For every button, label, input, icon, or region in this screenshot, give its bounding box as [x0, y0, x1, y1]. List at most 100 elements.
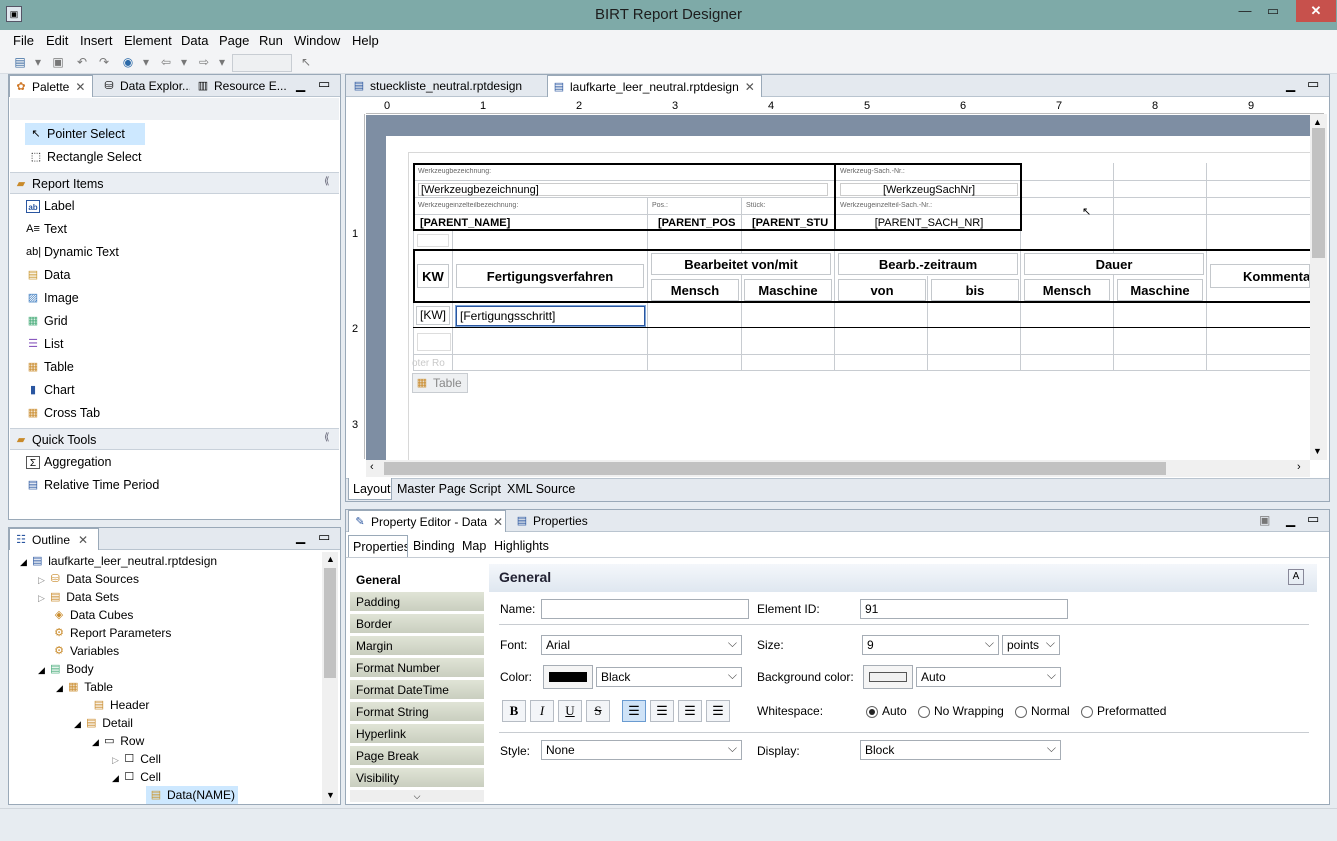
- menu-edit[interactable]: Edit: [46, 33, 68, 48]
- data-fertigungsschritt[interactable]: [Fertigungsschritt]: [456, 306, 645, 326]
- minimize-view-icon[interactable]: ▁: [296, 78, 305, 92]
- zoom-combo[interactable]: [232, 54, 292, 72]
- dropdown-icon[interactable]: ▾: [214, 54, 230, 70]
- display-select[interactable]: Block: [860, 740, 1061, 760]
- undo-icon[interactable]: ↶: [74, 54, 90, 70]
- tab-script[interactable]: Script: [465, 478, 503, 500]
- dropdown-icon[interactable]: ▾: [30, 54, 46, 70]
- close-tab-icon[interactable]: ✕: [745, 80, 755, 94]
- palette-image[interactable]: ▨ Image: [26, 287, 79, 309]
- tab-property-editor[interactable]: ✎ Property Editor - Data ✕: [348, 510, 506, 532]
- strikethrough-button[interactable]: S: [586, 700, 610, 722]
- tree-detail[interactable]: ◢ ▤ Detail: [74, 714, 133, 732]
- minimize-view-icon[interactable]: ▁: [1286, 78, 1295, 92]
- quick-aggregation[interactable]: Σ Aggregation: [26, 451, 111, 473]
- maximize-view-icon[interactable]: ▭: [1307, 76, 1319, 92]
- align-justify-button[interactable]: ☰: [706, 700, 730, 722]
- quick-relative-time[interactable]: ▤ Relative Time Period: [26, 474, 160, 496]
- data-parent-name[interactable]: [PARENT_NAME]: [418, 216, 644, 229]
- header-von[interactable]: von: [838, 279, 926, 301]
- tree-data-sources[interactable]: ▷ ⛁ Data Sources: [38, 570, 139, 588]
- table-badge[interactable]: ▦ Table: [412, 373, 468, 393]
- header-kommentar[interactable]: Kommenta: [1210, 264, 1310, 288]
- tab-master-page[interactable]: Master Page: [393, 478, 465, 500]
- menu-run[interactable]: Run: [259, 33, 283, 48]
- quick-tools-header[interactable]: ▰ Quick Tools: [10, 428, 339, 450]
- data-kw[interactable]: [KW]: [416, 306, 450, 325]
- scroll-down-icon[interactable]: ▼: [1313, 446, 1322, 456]
- style-select[interactable]: None: [541, 740, 742, 760]
- forward-icon[interactable]: ⇨: [196, 54, 212, 70]
- menu-help[interactable]: Help: [352, 33, 379, 48]
- tree-data-name[interactable]: ▤ Data(NAME): [146, 786, 239, 804]
- category-format-datetime[interactable]: Format DateTime: [350, 680, 484, 700]
- tab-resource-explorer[interactable]: ▥ Resource E...: [192, 75, 286, 97]
- report-items-header[interactable]: ▰ Report Items: [10, 172, 339, 194]
- palette-chart[interactable]: ▮ Chart: [26, 379, 75, 401]
- align-left-button[interactable]: ☰: [622, 700, 646, 722]
- empty-cell[interactable]: [417, 234, 449, 247]
- scroll-up-icon[interactable]: ▲: [1313, 117, 1322, 127]
- tab-properties[interactable]: ▤ Properties: [511, 510, 591, 532]
- font-select[interactable]: Arial: [541, 635, 742, 655]
- palette-list[interactable]: ☰ List: [26, 333, 63, 355]
- tree-table[interactable]: ◢ ▦ Table: [56, 678, 113, 696]
- tree-data-sets[interactable]: ▷ ▤ Data Sets: [38, 588, 119, 606]
- data-werkzeug-sach-nr[interactable]: [WerkzeugSachNr]: [840, 183, 1018, 196]
- header-kw[interactable]: KW: [417, 264, 449, 288]
- tab-data-explorer[interactable]: ⛁ Data Explor...: [98, 75, 190, 97]
- rectangle-select[interactable]: ⬚ Rectangle Select: [25, 146, 142, 168]
- close-tab-icon[interactable]: ✕: [78, 533, 88, 547]
- label-werkzeugbezeichnung[interactable]: Werkzeugbezeichnung:: [418, 168, 828, 175]
- data-parent-sach-nr[interactable]: [PARENT_SACH_NR]: [840, 216, 1018, 229]
- pointer-icon[interactable]: ↖: [298, 54, 314, 70]
- maximize-view-icon[interactable]: ▭: [318, 76, 330, 92]
- tree-row[interactable]: ◢ ▭ Row: [92, 732, 144, 750]
- tree-cell[interactable]: ▷ ☐ Cell: [112, 750, 161, 768]
- category-visibility[interactable]: Visibility: [350, 768, 484, 788]
- header-fertigungsverfahren[interactable]: Fertigungsverfahren: [456, 264, 644, 288]
- category-format-number[interactable]: Format Number: [350, 658, 484, 678]
- menu-insert[interactable]: Insert: [80, 33, 113, 48]
- dropdown-icon[interactable]: ▾: [138, 54, 154, 70]
- menu-data[interactable]: Data: [181, 33, 208, 48]
- label-pos[interactable]: Pos.:: [652, 202, 738, 209]
- menu-page[interactable]: Page: [219, 33, 249, 48]
- header-mensch-dauer[interactable]: Mensch: [1024, 279, 1110, 301]
- scroll-thumb[interactable]: [1312, 128, 1325, 258]
- header-bearbeitet[interactable]: Bearbeitet von/mit: [651, 253, 831, 275]
- header-bis[interactable]: bis: [931, 279, 1019, 301]
- bg-swatch-button[interactable]: [863, 665, 913, 689]
- color-swatch-button[interactable]: [543, 665, 593, 689]
- label-stueck[interactable]: Stück:: [746, 202, 832, 209]
- tab-outline[interactable]: ☷ Outline ✕: [9, 528, 99, 550]
- header-mensch[interactable]: Mensch: [651, 279, 739, 301]
- menu-file[interactable]: File: [13, 33, 34, 48]
- category-border[interactable]: Border: [350, 614, 484, 634]
- category-scroll-down-icon[interactable]: ⌵: [350, 790, 484, 802]
- size-select[interactable]: 9: [862, 635, 999, 655]
- tree-body[interactable]: ◢ ▤ Body: [38, 660, 94, 678]
- tab-layout[interactable]: Layout: [348, 478, 392, 500]
- minimize-view-icon[interactable]: ▁: [296, 530, 305, 544]
- scroll-left-icon[interactable]: ‹: [370, 461, 374, 473]
- collapse-icon[interactable]: ⟪: [324, 176, 330, 187]
- palette-table[interactable]: ▦ Table: [26, 356, 74, 378]
- tree-header[interactable]: ▤ Header: [92, 696, 150, 714]
- label-einzelteilbezeichnung[interactable]: Werkzeugeinzelteilbezeichnung:: [418, 202, 644, 209]
- bold-button[interactable]: B: [502, 700, 526, 722]
- maximize-icon[interactable]: ▭: [1258, 0, 1288, 22]
- pointer-select[interactable]: ↖ Pointer Select: [25, 123, 145, 145]
- tab-palette[interactable]: ✿ Palette ✕: [9, 75, 93, 97]
- section-style-icon[interactable]: A: [1288, 569, 1304, 585]
- scroll-thumb[interactable]: [324, 568, 336, 678]
- dropdown-icon[interactable]: ▾: [176, 54, 192, 70]
- back-icon[interactable]: ⇦: [158, 54, 174, 70]
- category-page-break[interactable]: Page Break: [350, 746, 484, 766]
- size-unit-select[interactable]: points: [1002, 635, 1060, 655]
- collapse-icon[interactable]: ⟪: [324, 432, 330, 443]
- tree-report-parameters[interactable]: ⚙ Report Parameters: [52, 624, 171, 642]
- whitespace-preformatted[interactable]: Preformatted: [1081, 704, 1166, 718]
- minimize-icon[interactable]: —: [1230, 0, 1260, 22]
- restore-defaults-icon[interactable]: ▣: [1259, 513, 1270, 527]
